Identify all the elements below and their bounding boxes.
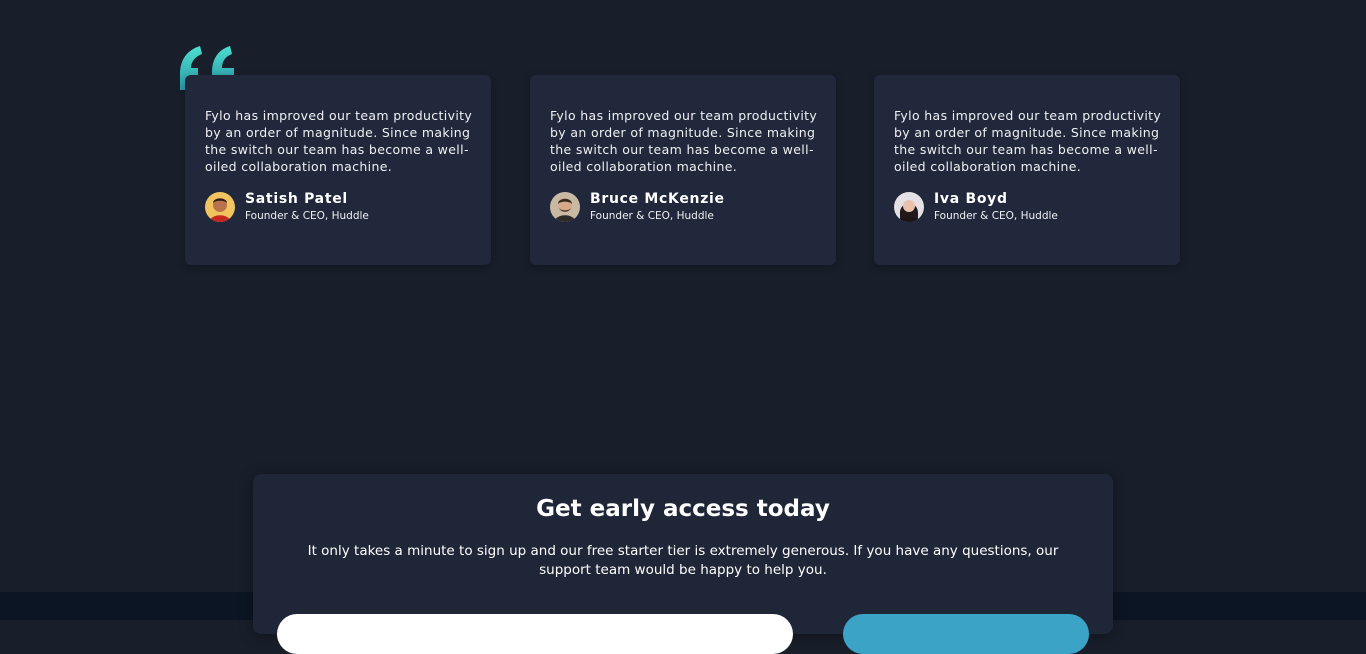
person-role: Founder & CEO, Huddle (590, 210, 714, 222)
testimonial-person: Bruce McKenzie Founder & CEO, Huddle (550, 191, 816, 223)
avatar (205, 192, 235, 222)
testimonial-quote: Fylo has improved our team productivity … (205, 108, 473, 174)
person-name: Satish Patel (245, 191, 348, 207)
testimonial-person: Satish Patel Founder & CEO, Huddle (205, 191, 471, 223)
testimonial-quote: Fylo has improved our team productivity … (894, 108, 1162, 174)
avatar (550, 192, 580, 222)
early-access-card: Get early access today It only takes a m… (253, 474, 1113, 654)
early-access-text: It only takes a minute to sign up and ou… (307, 543, 1059, 578)
person-role: Founder & CEO, Huddle (934, 210, 1058, 222)
testimonial-person: Iva Boyd Founder & CEO, Huddle (894, 191, 1160, 223)
email-input[interactable] (277, 614, 793, 654)
person-name: Bruce McKenzie (590, 191, 725, 207)
person-name: Iva Boyd (934, 191, 1008, 207)
get-started-button[interactable] (843, 614, 1089, 654)
testimonial-card: Fylo has improved our team productivity … (185, 75, 491, 265)
testimonial-card: Fylo has improved our team productivity … (530, 75, 836, 265)
early-access-title: Get early access today (536, 496, 830, 522)
testimonial-card: Fylo has improved our team productivity … (874, 75, 1180, 265)
avatar (894, 192, 924, 222)
person-role: Founder & CEO, Huddle (245, 210, 369, 222)
testimonial-quote: Fylo has improved our team productivity … (550, 108, 818, 174)
